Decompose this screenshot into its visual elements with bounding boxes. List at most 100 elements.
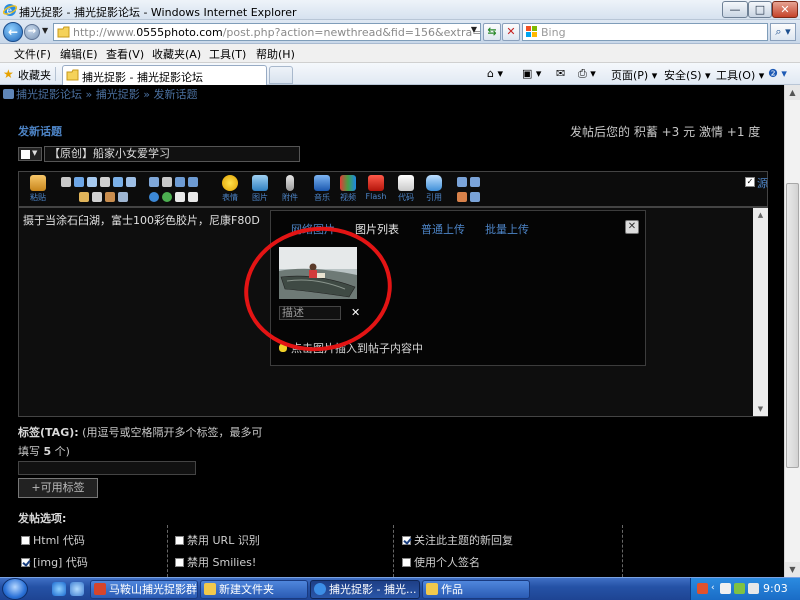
undo-icon[interactable] xyxy=(175,177,185,187)
superscript-icon[interactable] xyxy=(457,177,467,187)
home-icon[interactable]: ⌂ ▾ xyxy=(487,67,503,80)
url-input[interactable]: http://www.0555photo.com/post.php?action… xyxy=(53,23,481,41)
image-button[interactable]: 图片 xyxy=(245,175,275,205)
menu-file[interactable]: 文件(F) xyxy=(14,46,51,62)
tools-menu[interactable]: 工具(O) ▾ xyxy=(716,67,764,83)
close-icon[interactable]: ✕ xyxy=(625,220,639,234)
bold-icon[interactable] xyxy=(61,177,71,187)
start-button[interactable] xyxy=(2,578,28,600)
menu-edit[interactable]: 编辑(E) xyxy=(60,46,98,62)
subject-input[interactable]: 【原创】船家小女爱学习 xyxy=(44,146,300,162)
strike-icon[interactable] xyxy=(100,177,110,187)
input-method-icon[interactable] xyxy=(697,583,708,594)
tab-normal-upload[interactable]: 普通上传 xyxy=(421,221,465,237)
editor-scrollbar[interactable]: ▲ ▼ xyxy=(753,208,768,416)
align-left-icon[interactable] xyxy=(113,177,123,187)
safety-menu[interactable]: 安全(S) ▾ xyxy=(664,67,711,83)
forward-button[interactable]: → xyxy=(24,24,40,40)
disable-url-checkbox[interactable] xyxy=(175,536,184,545)
taskbar-new-folder[interactable]: 新建文件夹 xyxy=(200,580,308,599)
font-color-icon[interactable] xyxy=(79,192,89,202)
editor-scroll-thumb[interactable] xyxy=(754,223,767,401)
emoticon-button[interactable]: 表情 xyxy=(215,175,245,205)
option-disable-url[interactable]: 禁用 URL 识别 xyxy=(175,532,260,548)
follow-replies-checkbox[interactable] xyxy=(402,536,411,545)
page-icon[interactable] xyxy=(175,192,185,202)
search-icon[interactable]: ⌕ ▾ xyxy=(770,23,796,41)
attachment-button[interactable]: 附件 xyxy=(275,175,305,205)
tab-web-image[interactable]: 网络图片 xyxy=(291,221,335,237)
source-mode-checkbox[interactable]: ✓ xyxy=(745,177,755,187)
network-icon[interactable] xyxy=(720,583,731,594)
indent-icon[interactable] xyxy=(118,192,128,202)
video-button[interactable]: 视频 xyxy=(333,175,363,205)
align-center-icon[interactable] xyxy=(126,177,136,187)
option-use-signature[interactable]: 使用个人签名 xyxy=(402,554,480,570)
subscript-icon[interactable] xyxy=(470,177,480,187)
new-tab-button[interactable] xyxy=(269,66,293,84)
page-menu[interactable]: 页面(P) ▾ xyxy=(611,67,657,83)
stop-icon[interactable]: ✕ xyxy=(502,23,520,41)
tab-image-list[interactable]: 图片列表 xyxy=(355,221,399,237)
redo-icon[interactable] xyxy=(188,177,198,187)
search-input[interactable]: Bing xyxy=(522,23,768,41)
html-code-checkbox[interactable] xyxy=(21,536,30,545)
underline-icon[interactable] xyxy=(87,177,97,187)
ie-quicklaunch-icon[interactable] xyxy=(52,582,66,596)
tab-active[interactable]: 捕光捉影 - 捕光捉影论坛 xyxy=(62,65,267,85)
maximize-button[interactable]: □ xyxy=(748,1,772,18)
page-scrollbar[interactable]: ▲ ▼ xyxy=(784,85,800,577)
italic-icon[interactable] xyxy=(74,177,84,187)
img-code-checkbox[interactable] xyxy=(21,558,30,567)
flash-button[interactable]: Flash xyxy=(361,175,391,205)
taskbar-ie-window[interactable]: 捕光捉影 - 捕光... xyxy=(310,580,420,599)
clock[interactable]: 9:03 xyxy=(763,582,788,595)
taskbar-qq-group[interactable]: 马鞍山捕光捉影群 xyxy=(90,580,198,599)
page-scroll-thumb[interactable] xyxy=(786,183,799,468)
special-char-icon[interactable] xyxy=(457,192,467,202)
available-tags-button[interactable]: +可用标签 xyxy=(18,478,98,498)
favorites-star-icon[interactable]: ★ xyxy=(3,67,14,81)
back-button[interactable]: ← xyxy=(3,22,23,42)
remove-image-icon[interactable]: ✕ xyxy=(351,306,360,319)
close-button[interactable]: ✕ xyxy=(772,1,798,18)
unlink-icon[interactable] xyxy=(162,177,172,187)
tab-batch-upload[interactable]: 批量上传 xyxy=(485,221,529,237)
explorer-quicklaunch-icon[interactable] xyxy=(70,582,84,596)
print-icon[interactable]: ⎙ ▾ xyxy=(578,67,596,81)
table-icon[interactable] xyxy=(105,192,115,202)
menu-tools[interactable]: 工具(T) xyxy=(209,46,246,62)
scroll-down-icon[interactable]: ▼ xyxy=(785,562,800,577)
url-dropdown-icon[interactable]: ▼ xyxy=(471,25,477,34)
option-disable-smilies[interactable]: 禁用 Smilies! xyxy=(175,554,256,570)
refresh-icon[interactable]: ⇆ xyxy=(483,23,501,41)
mail-icon[interactable]: ✉ xyxy=(556,67,565,80)
scroll-down-icon[interactable]: ▼ xyxy=(753,402,768,416)
antivirus-icon[interactable] xyxy=(734,583,745,594)
tag-input[interactable] xyxy=(18,461,196,475)
menu-favorites[interactable]: 收藏夹(A) xyxy=(152,46,201,62)
help-icon[interactable]: ❷ ▾ xyxy=(768,67,787,80)
quote-button[interactable]: 引用 xyxy=(419,175,449,205)
scroll-up-icon[interactable]: ▲ xyxy=(753,208,768,222)
image-description-input[interactable]: 描述 xyxy=(279,306,341,320)
thread-type-select[interactable]: ▼ xyxy=(18,147,42,161)
scroll-up-icon[interactable]: ▲ xyxy=(785,85,800,100)
breadcrumb[interactable]: 捕光捉影论坛 » 捕光捉影 » 发新话题 xyxy=(3,86,197,102)
clear-format-icon[interactable] xyxy=(470,192,480,202)
minimize-button[interactable]: — xyxy=(722,1,748,18)
chevron-down-icon[interactable]: ▼ xyxy=(42,26,48,35)
disable-smilies-checkbox[interactable] xyxy=(175,558,184,567)
option-html-code[interactable]: Html 代码 xyxy=(21,532,85,548)
document-icon[interactable] xyxy=(188,192,198,202)
paste-button[interactable]: 粘贴 xyxy=(23,175,53,205)
menu-help[interactable]: 帮助(H) xyxy=(256,46,295,62)
play-icon[interactable] xyxy=(162,192,172,202)
favorites-button[interactable]: 收藏夹 xyxy=(18,67,51,83)
uploaded-image-thumbnail[interactable] xyxy=(279,247,357,299)
feeds-icon[interactable]: ▣ ▾ xyxy=(522,67,541,80)
search-replace-icon[interactable] xyxy=(149,192,159,202)
link-icon[interactable] xyxy=(149,177,159,187)
taskbar-works-folder[interactable]: 作品 xyxy=(422,580,530,599)
option-img-code[interactable]: [img] 代码 xyxy=(21,554,88,570)
